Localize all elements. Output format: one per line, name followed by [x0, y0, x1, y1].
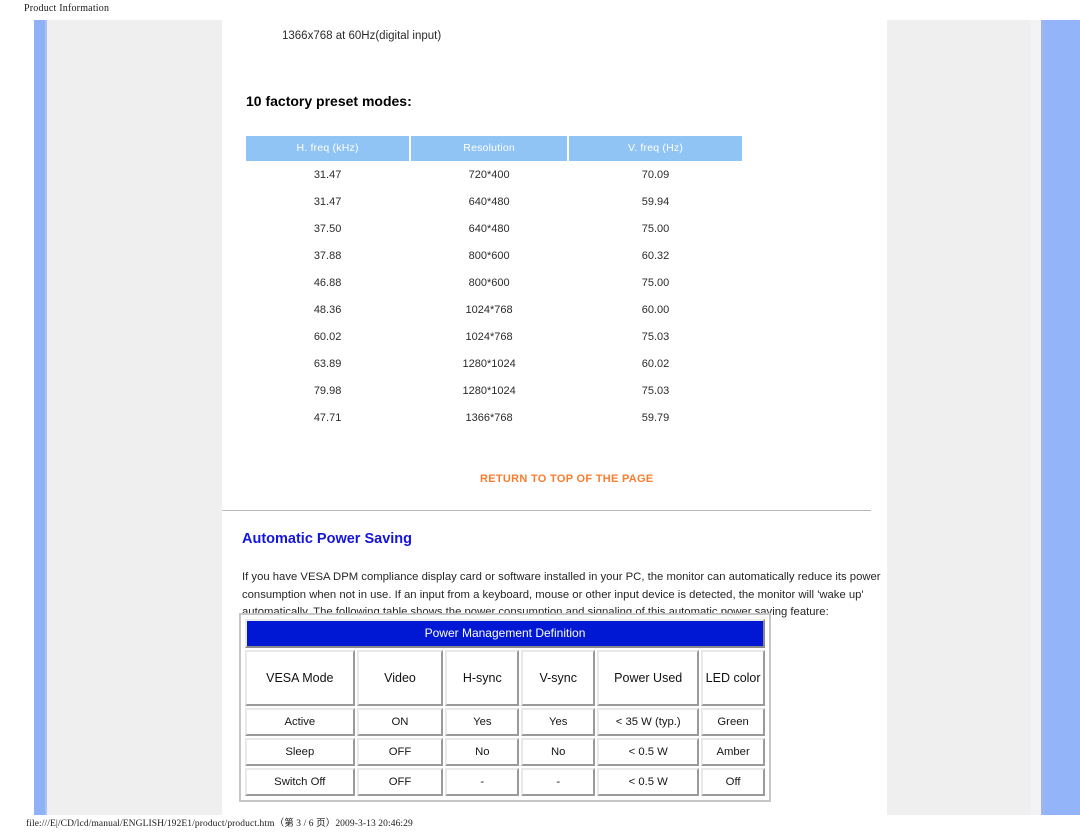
- table-row: 37.50 640*480 75.00: [246, 215, 742, 242]
- horizontal-divider: [222, 510, 871, 511]
- column-header-hfreq: H. freq (kHz): [246, 136, 410, 161]
- power-table-title-row: Power Management Definition: [245, 619, 765, 648]
- cell-power-used: < 35 W (typ.): [597, 708, 700, 736]
- table-row: 63.89 1280*1024 60.02: [246, 350, 742, 377]
- cell-resolution: 640*480: [468, 222, 510, 235]
- preset-modes-heading: 10 factory preset modes:: [246, 93, 412, 109]
- cell-resolution: 800*600: [468, 276, 510, 289]
- factory-preset-modes-table: H. freq (kHz) Resolution V. freq (Hz) 31…: [244, 136, 744, 431]
- left-blue-bar: [34, 20, 45, 815]
- cell-hsync: Yes: [445, 708, 520, 736]
- cell-vfreq: 59.79: [641, 411, 670, 424]
- print-footer-path: file:///E|/CD/lcd/manual/ENGLISH/192E1/p…: [26, 819, 413, 829]
- cell-hfreq: 60.02: [313, 330, 342, 343]
- cell-hfreq: 37.50: [313, 222, 342, 235]
- cell-vsync: Yes: [521, 708, 596, 736]
- cell-resolution: 1024*768: [465, 330, 513, 343]
- cell-hfreq: 46.88: [313, 276, 342, 289]
- cell-vfreq: 75.03: [641, 330, 670, 343]
- cell-vfreq: 59.94: [641, 195, 670, 208]
- cell-video: ON: [356, 708, 444, 736]
- cell-vfreq: 75.00: [641, 222, 670, 235]
- return-to-top-link[interactable]: RETURN TO TOP OF THE PAGE: [480, 473, 654, 485]
- cell-vesa-mode: Sleep: [245, 738, 355, 766]
- column-header-resolution: Resolution: [411, 136, 568, 161]
- column-header-vsync: V-sync: [521, 650, 596, 706]
- cell-vfreq: 60.02: [641, 357, 670, 370]
- cell-resolution: 1024*768: [465, 303, 513, 316]
- cell-vfreq: 70.09: [641, 168, 670, 181]
- table-row: Switch Off OFF - - < 0.5 W Off: [245, 768, 765, 796]
- cell-hsync: No: [445, 738, 520, 766]
- cell-video: OFF: [356, 768, 444, 796]
- cell-hfreq: 48.36: [313, 303, 342, 316]
- print-header-title: Product Information: [24, 3, 110, 14]
- cell-resolution: 1366*768: [465, 411, 513, 424]
- table-row: 47.71 1366*768 59.79: [246, 404, 742, 431]
- right-blue-bar: [1044, 20, 1080, 815]
- cell-hfreq: 79.98: [313, 384, 342, 397]
- power-management-definition-table: Power Management Definition VESA Mode Vi…: [243, 617, 767, 798]
- cell-hfreq: 47.71: [313, 411, 342, 424]
- cell-vsync: No: [521, 738, 596, 766]
- power-management-table-wrapper: Power Management Definition VESA Mode Vi…: [239, 613, 771, 802]
- automatic-power-saving-heading: Automatic Power Saving: [242, 531, 413, 547]
- cell-resolution: 720*400: [468, 168, 510, 181]
- resolution-note: 1366x768 at 60Hz(digital input): [282, 30, 442, 42]
- table-row: 31.47 640*480 59.94: [246, 188, 742, 215]
- cell-hfreq: 31.47: [313, 168, 342, 181]
- column-header-vfreq: V. freq (Hz): [569, 136, 742, 161]
- cell-power-used: < 0.5 W: [597, 738, 700, 766]
- table-row: Sleep OFF No No < 0.5 W Amber: [245, 738, 765, 766]
- cell-vfreq: 60.00: [641, 303, 670, 316]
- cell-vfreq: 60.32: [641, 249, 670, 262]
- cell-hfreq: 37.88: [313, 249, 342, 262]
- cell-hfreq: 31.47: [313, 195, 342, 208]
- column-header-hsync: H-sync: [445, 650, 520, 706]
- cell-resolution: 800*600: [468, 249, 510, 262]
- table-header-row: H. freq (kHz) Resolution V. freq (Hz): [246, 136, 742, 161]
- cell-video: OFF: [356, 738, 444, 766]
- cell-hsync: -: [445, 768, 520, 796]
- left-gray-panel: [47, 20, 222, 815]
- table-row: Active ON Yes Yes < 35 W (typ.) Green: [245, 708, 765, 736]
- cell-vsync: -: [521, 768, 596, 796]
- table-row: 31.47 720*400 70.09: [246, 161, 742, 188]
- column-header-video: Video: [356, 650, 444, 706]
- right-gray-panel-edge: [1031, 20, 1041, 815]
- table-row: 48.36 1024*768 60.00: [246, 296, 742, 323]
- cell-led-color: Amber: [701, 738, 765, 766]
- cell-vesa-mode: Active: [245, 708, 355, 736]
- cell-resolution: 640*480: [468, 195, 510, 208]
- table-row: 79.98 1280*1024 75.03: [246, 377, 742, 404]
- column-header-power-used: Power Used: [597, 650, 700, 706]
- column-header-vesa-mode: VESA Mode: [245, 650, 355, 706]
- cell-resolution: 1280*1024: [462, 357, 516, 370]
- cell-hfreq: 63.89: [313, 357, 342, 370]
- cell-vfreq: 75.00: [641, 276, 670, 289]
- cell-vesa-mode: Switch Off: [245, 768, 355, 796]
- cell-led-color: Green: [701, 708, 765, 736]
- cell-power-used: < 0.5 W: [597, 768, 700, 796]
- cell-led-color: Off: [701, 768, 765, 796]
- power-table-header-row: VESA Mode Video H-sync V-sync Power Used…: [245, 650, 765, 706]
- power-table-title: Power Management Definition: [245, 619, 765, 648]
- cell-vfreq: 75.03: [641, 384, 670, 397]
- table-row: 60.02 1024*768 75.03: [246, 323, 742, 350]
- column-header-led-color: LED color: [701, 650, 765, 706]
- cell-resolution: 1280*1024: [462, 384, 516, 397]
- main-content-area: 1366x768 at 60Hz(digital input) 10 facto…: [222, 20, 887, 815]
- table-row: 46.88 800*600 75.00: [246, 269, 742, 296]
- table-row: 37.88 800*600 60.32: [246, 242, 742, 269]
- right-gray-panel: [887, 20, 1031, 815]
